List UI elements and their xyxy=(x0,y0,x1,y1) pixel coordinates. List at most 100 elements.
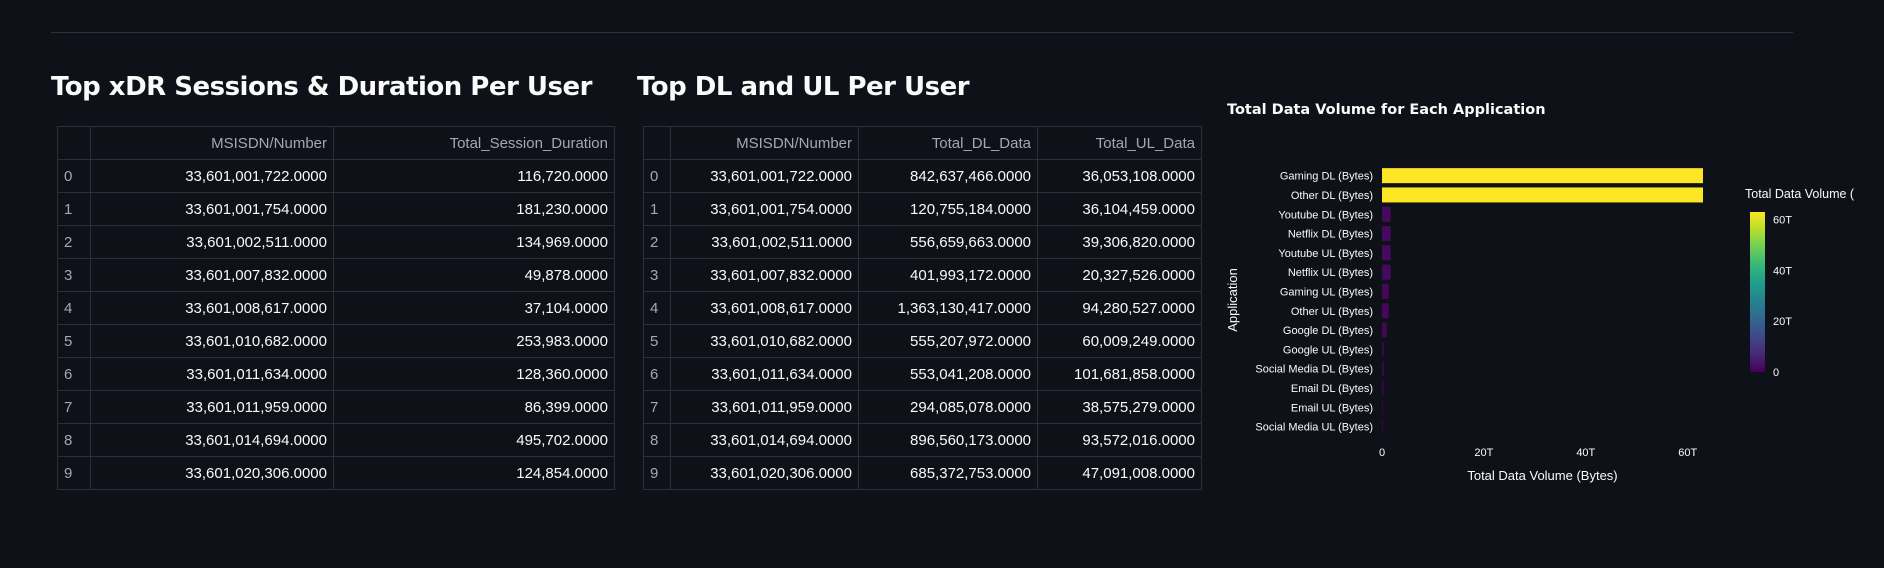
sessions-title: Top xDR Sessions & Duration Per User xyxy=(51,72,592,102)
table-row[interactable]: 3 33,601,007,832.0000 49,878.0000 xyxy=(57,258,615,292)
table-cell: 33,601,008,617.0000 xyxy=(90,291,334,325)
table-row[interactable]: 4 33,601,008,617.0000 1,363,130,417.0000 94… xyxy=(643,291,1202,325)
dlul-table[interactable]: MSISDN/Number Total_DL_Data Total_UL_Data … xyxy=(643,126,1202,490)
table-cell: 36,104,459.0000 xyxy=(1037,192,1202,226)
table-row[interactable]: 6 33,601,011,634.0000 128,360.0000 xyxy=(57,357,615,391)
y-tick-label: Google DL (Bytes) xyxy=(1283,325,1373,337)
table-cell: 47,091,008.0000 xyxy=(1037,456,1202,490)
table-cell: 94,280,527.0000 xyxy=(1037,291,1202,325)
table-cell: 555,207,972.0000 xyxy=(858,324,1038,358)
colorbar-tick-label: 0 xyxy=(1773,367,1779,379)
bar xyxy=(1382,322,1387,338)
y-tick-label: Social Media DL (Bytes) xyxy=(1255,364,1373,376)
table-cell: 401,993,172.0000 xyxy=(858,258,1038,292)
table-cell: 33,601,007,832.0000 xyxy=(670,258,859,292)
row-index: 9 xyxy=(57,456,91,490)
table-cell: 33,601,010,682.0000 xyxy=(90,324,334,358)
table-cell: 33,601,001,722.0000 xyxy=(670,159,859,193)
table-row[interactable]: 3 33,601,007,832.0000 401,993,172.0000 20,3… xyxy=(643,258,1202,292)
row-index: 3 xyxy=(57,258,91,292)
table-row[interactable]: 2 33,601,002,511.0000 556,659,663.0000 39,3… xyxy=(643,225,1202,259)
table-cell: 495,702.0000 xyxy=(333,423,615,457)
row-index: 8 xyxy=(643,423,671,457)
table-cell: 86,399.0000 xyxy=(333,390,615,424)
row-index: 8 xyxy=(57,423,91,457)
table-row[interactable]: 9 33,601,020,306.0000 685,372,753.0000 47,0… xyxy=(643,456,1202,490)
y-tick-label: Youtube UL (Bytes) xyxy=(1278,248,1373,260)
bar xyxy=(1382,341,1384,357)
x-axis-title: Total Data Volume (Bytes) xyxy=(1467,468,1617,483)
colorbar-tick-label: 20T xyxy=(1773,316,1792,328)
table-cell: 101,681,858.0000 xyxy=(1037,357,1202,391)
table-row[interactable]: 4 33,601,008,617.0000 37,104.0000 xyxy=(57,291,615,325)
row-index: 5 xyxy=(643,324,671,358)
column-header[interactable]: Total_UL_Data xyxy=(1037,126,1202,160)
table-row[interactable]: 1 33,601,001,754.0000 120,755,184.0000 36,1… xyxy=(643,192,1202,226)
sessions-table[interactable]: MSISDN/Number Total_Session_Duration 0 33,… xyxy=(57,126,615,490)
colorbar-title: Total Data Volume (By xyxy=(1745,187,1855,201)
bar xyxy=(1382,226,1391,242)
index-header[interactable] xyxy=(643,126,671,160)
y-tick-label: Netflix UL (Bytes) xyxy=(1288,267,1373,279)
table-row[interactable]: 5 33,601,010,682.0000 253,983.0000 xyxy=(57,324,615,358)
table-cell: 842,637,466.0000 xyxy=(858,159,1038,193)
table-cell: 33,601,001,754.0000 xyxy=(90,192,334,226)
row-index: 6 xyxy=(643,357,671,391)
table-row[interactable]: 0 33,601,001,722.0000 842,637,466.0000 36,0… xyxy=(643,159,1202,193)
table-row[interactable]: 8 33,601,014,694.0000 896,560,173.0000 93,5… xyxy=(643,423,1202,457)
table-row[interactable]: 5 33,601,010,682.0000 555,207,972.0000 60,0… xyxy=(643,324,1202,358)
table-row[interactable]: 6 33,601,011,634.0000 553,041,208.0000 101,… xyxy=(643,357,1202,391)
bar xyxy=(1382,419,1383,435)
table-row[interactable]: 0 33,601,001,722.0000 116,720.0000 xyxy=(57,159,615,193)
table-cell: 1,363,130,417.0000 xyxy=(858,291,1038,325)
bar xyxy=(1382,245,1391,261)
table-cell: 33,601,011,634.0000 xyxy=(90,357,334,391)
table-row[interactable]: 1 33,601,001,754.0000 181,230.0000 xyxy=(57,192,615,226)
table-cell: 33,601,007,832.0000 xyxy=(90,258,334,292)
table-row[interactable]: 9 33,601,020,306.0000 124,854.0000 xyxy=(57,456,615,490)
table-cell: 253,983.0000 xyxy=(333,324,615,358)
table-cell: 128,360.0000 xyxy=(333,357,615,391)
table-cell: 39,306,820.0000 xyxy=(1037,225,1202,259)
y-tick-label: Youtube DL (Bytes) xyxy=(1278,209,1373,221)
table-cell: 33,601,014,694.0000 xyxy=(670,423,859,457)
table-row[interactable]: 7 33,601,011,959.0000 294,085,078.0000 38,5… xyxy=(643,390,1202,424)
x-tick-label: 60T xyxy=(1678,447,1697,459)
column-header[interactable]: MSISDN/Number xyxy=(90,126,334,160)
bar xyxy=(1382,168,1703,184)
row-index: 0 xyxy=(643,159,671,193)
bar xyxy=(1382,283,1389,299)
row-index: 9 xyxy=(643,456,671,490)
x-tick-label: 40T xyxy=(1576,447,1595,459)
table-row[interactable]: 2 33,601,002,511.0000 134,969.0000 xyxy=(57,225,615,259)
column-header[interactable]: Total_DL_Data xyxy=(858,126,1038,160)
table-cell: 556,659,663.0000 xyxy=(858,225,1038,259)
table-cell: 33,601,020,306.0000 xyxy=(670,456,859,490)
x-tick-label: 20T xyxy=(1474,447,1493,459)
row-index: 5 xyxy=(57,324,91,358)
bar xyxy=(1382,187,1703,203)
data-volume-chart[interactable]: Total Data Volume for Each Application Ga… xyxy=(1215,90,1855,510)
table-cell: 33,601,010,682.0000 xyxy=(670,324,859,358)
y-tick-label: Email UL (Bytes) xyxy=(1291,402,1373,414)
table-cell: 685,372,753.0000 xyxy=(858,456,1038,490)
table-cell: 37,104.0000 xyxy=(333,291,615,325)
index-header[interactable] xyxy=(57,126,91,160)
table-cell: 60,009,249.0000 xyxy=(1037,324,1202,358)
table-header-row: MSISDN/Number Total_DL_Data Total_UL_Data xyxy=(643,126,1202,160)
table-row[interactable]: 7 33,601,011,959.0000 86,399.0000 xyxy=(57,390,615,424)
y-tick-label: Google UL (Bytes) xyxy=(1283,344,1373,356)
row-index: 4 xyxy=(57,291,91,325)
bar xyxy=(1382,399,1383,415)
bar xyxy=(1382,206,1391,222)
table-row[interactable]: 8 33,601,014,694.0000 495,702.0000 xyxy=(57,423,615,457)
column-header[interactable]: Total_Session_Duration xyxy=(333,126,615,160)
bar xyxy=(1382,361,1384,377)
row-index: 2 xyxy=(643,225,671,259)
row-index: 7 xyxy=(643,390,671,424)
row-index: 6 xyxy=(57,357,91,391)
y-tick-label: Social Media UL (Bytes) xyxy=(1255,422,1373,434)
y-tick-label: Other UL (Bytes) xyxy=(1291,306,1373,318)
table-cell: 116,720.0000 xyxy=(333,159,615,193)
column-header[interactable]: MSISDN/Number xyxy=(670,126,859,160)
